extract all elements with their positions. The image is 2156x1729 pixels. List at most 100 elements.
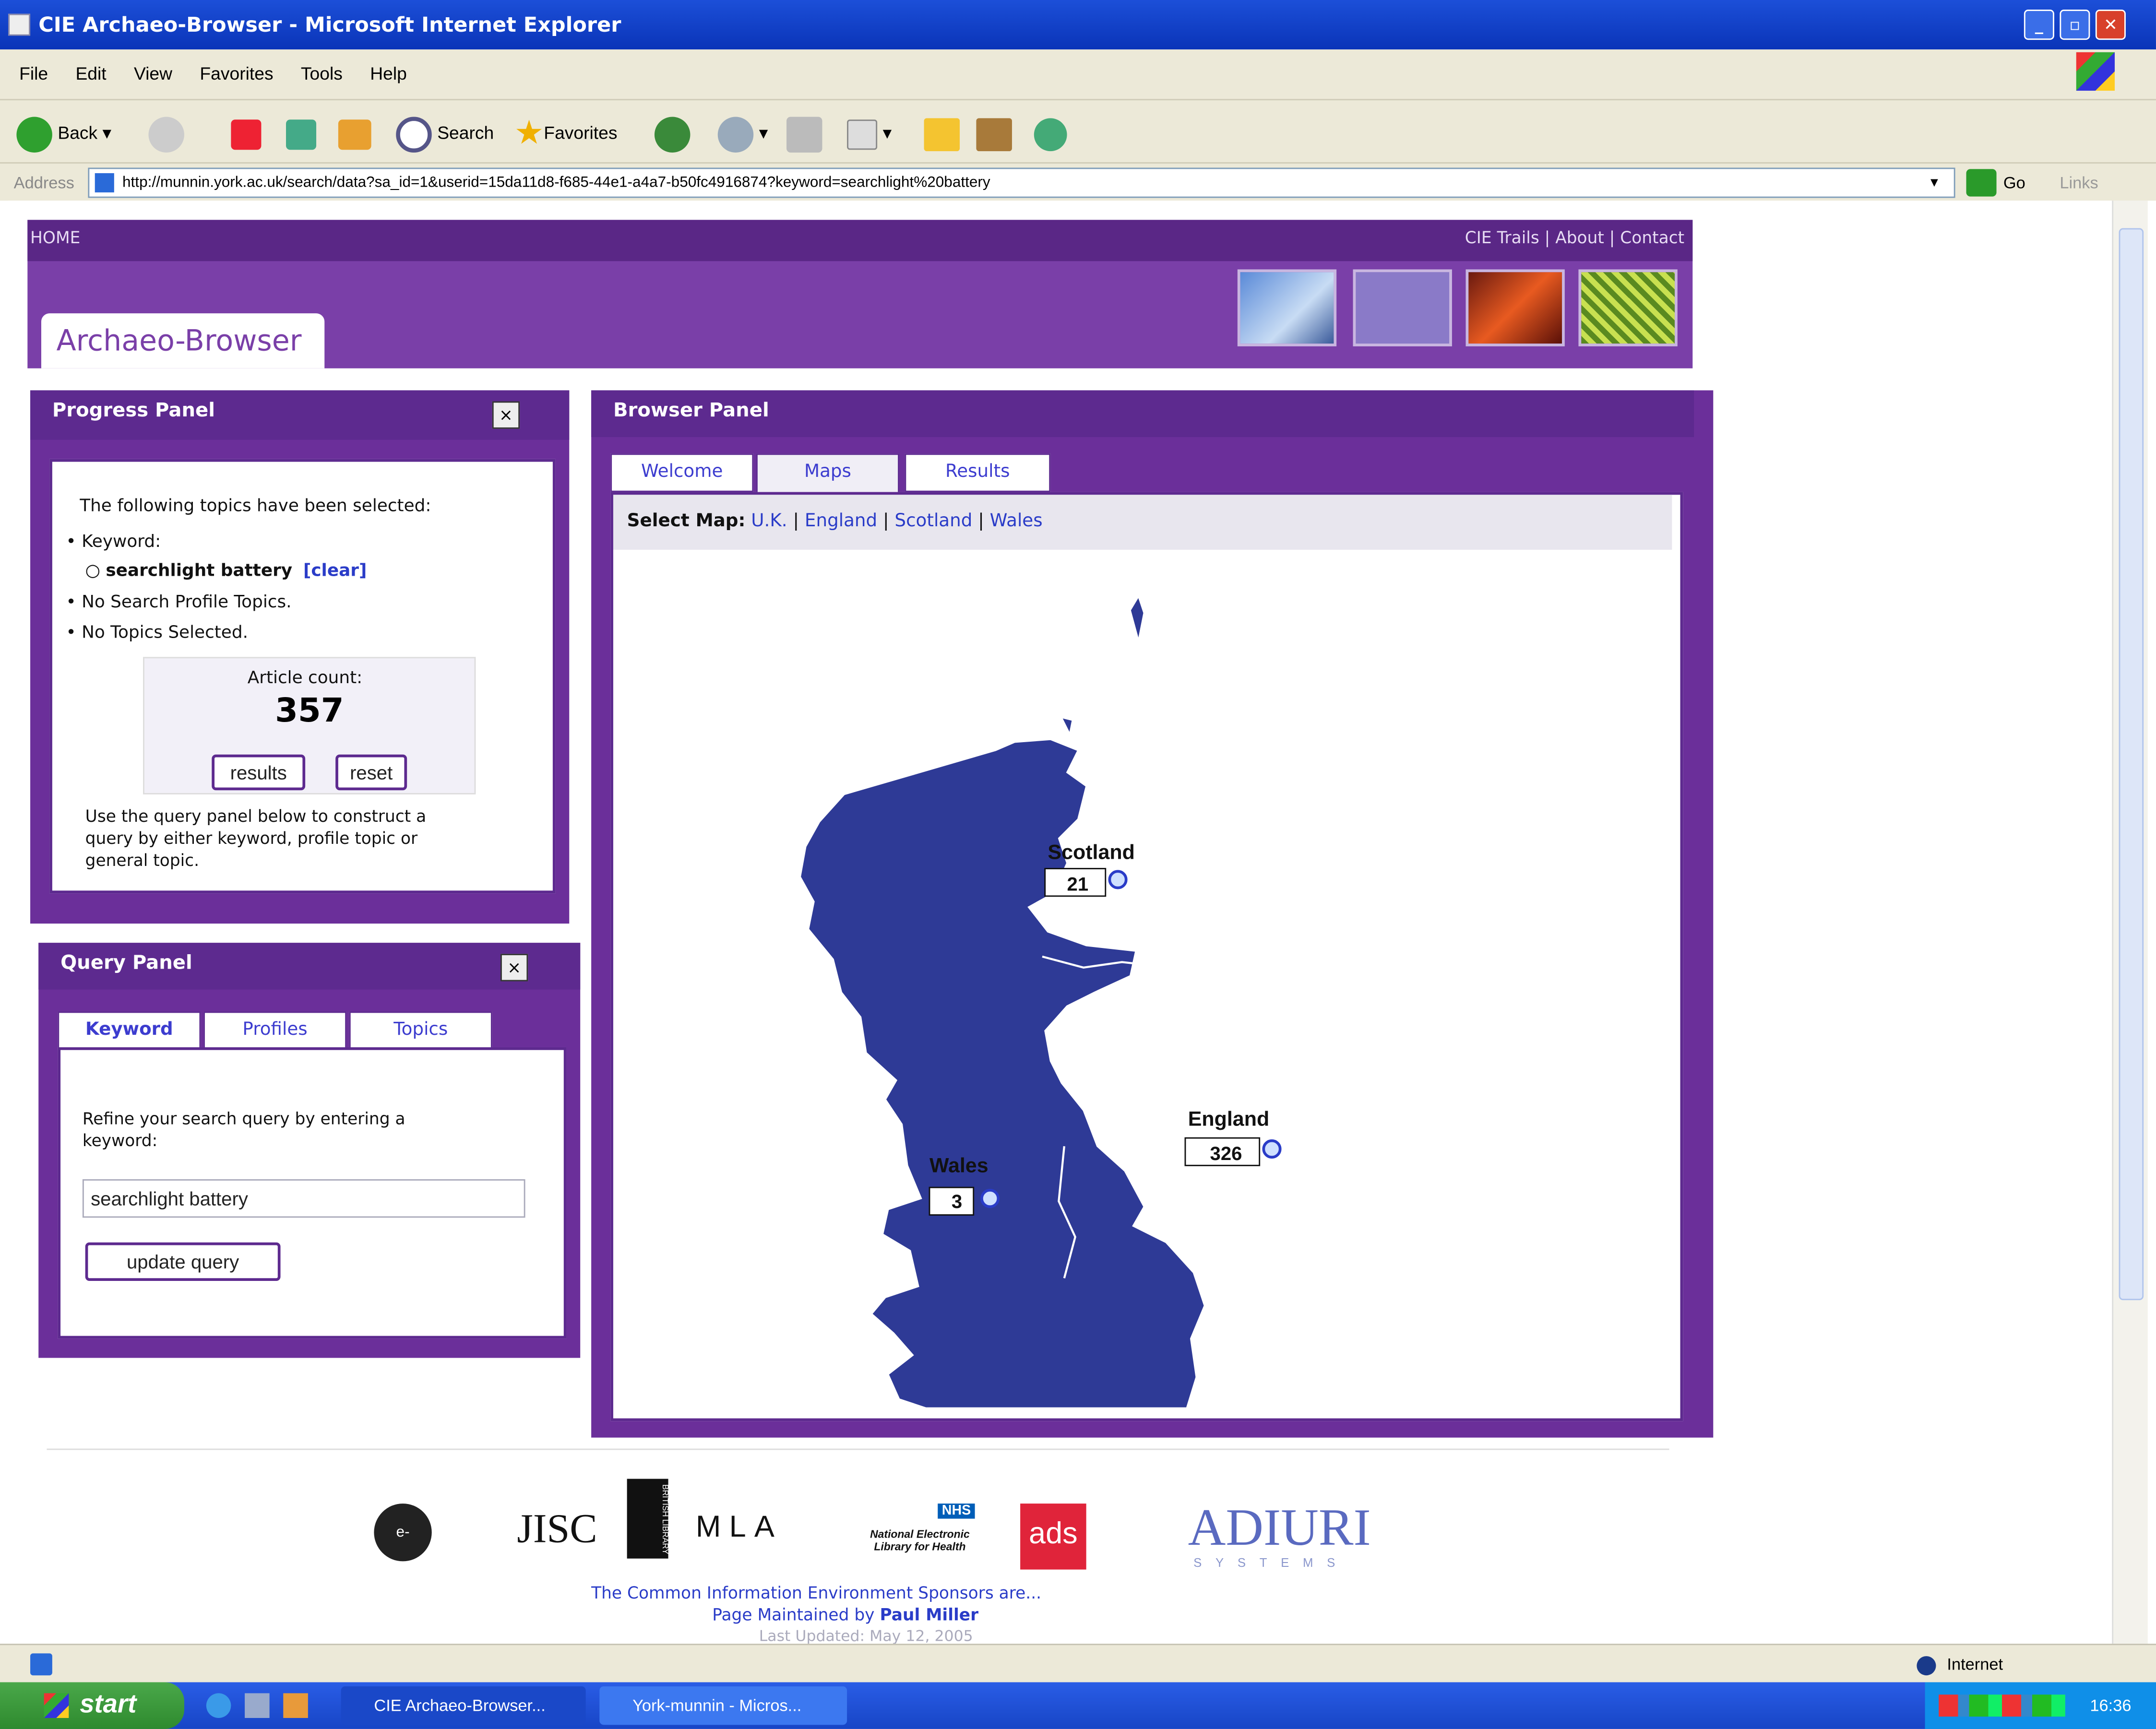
discuss-button[interactable] (924, 114, 965, 153)
query-hint-line-2: keyword: (82, 1131, 158, 1150)
map-link-england[interactable]: England (805, 511, 877, 532)
address-dropdown-icon[interactable]: ▾ (1930, 164, 1938, 202)
address-input[interactable]: http://munnin.york.ac.uk/search/data?sa_… (88, 167, 1955, 198)
select-map-label: Select Map: (627, 511, 746, 532)
task-button-york-munnin[interactable]: York-munnin - Micros... (599, 1686, 847, 1725)
nelh-logo[interactable]: National Electronic Library for Health (855, 1528, 984, 1553)
region-label-scotland[interactable]: Scotland (1048, 841, 1134, 864)
links-button[interactable]: Links (2060, 164, 2098, 202)
no-profile-text: No Search Profile Topics. (82, 591, 292, 612)
footer-divider (47, 1448, 1669, 1450)
zoom-england-icon[interactable] (1262, 1139, 1282, 1159)
maintained-prefix: Page Maintained by (712, 1605, 875, 1625)
sponsors-link[interactable]: The Common Information Environment Spons… (591, 1583, 1041, 1602)
menu-tools[interactable]: Tools (301, 49, 343, 99)
tab-keyword[interactable]: Keyword (58, 1011, 201, 1050)
menu-file[interactable]: File (19, 49, 48, 99)
messenger-button[interactable] (1034, 114, 1072, 153)
mail-icon (717, 116, 754, 152)
adiuri-logo[interactable]: ADIURI (1188, 1498, 1371, 1559)
scrollbar-thumb[interactable] (2119, 228, 2144, 1301)
region-label-wales[interactable]: Wales (929, 1154, 989, 1177)
header-photo-4 (1578, 269, 1678, 346)
favorites-button[interactable]: ★Favorites (514, 114, 618, 153)
bullet-keyword: • Keyword: (66, 530, 161, 551)
map-link-scotland[interactable]: Scotland (894, 511, 972, 532)
mla-logo[interactable]: MLA (696, 1509, 783, 1545)
tab-results[interactable]: Results (905, 453, 1051, 492)
keyword-label: Keyword: (82, 530, 161, 551)
menu-view[interactable]: View (134, 49, 172, 99)
update-query-button[interactable]: update query (85, 1242, 281, 1281)
british-library-logo[interactable]: BRITISH LIBRARY (627, 1479, 668, 1559)
menu-favorites[interactable]: Favorites (200, 49, 273, 99)
stop-button[interactable] (231, 114, 267, 153)
window-title-bar[interactable]: CIE Archaeo-Browser - Microsoft Internet… (0, 0, 2156, 50)
query-hint: Refine your search query by entering a ke… (83, 1108, 405, 1152)
go-button[interactable]: Go (2003, 164, 2025, 202)
uk-map[interactable]: Scotland 21 England 326 Wales 3 (619, 555, 1677, 1408)
help-line-2: query by either keyword, profile topic o… (85, 829, 418, 848)
search-button[interactable]: Search (396, 114, 494, 153)
region-label-england[interactable]: England (1188, 1107, 1270, 1130)
tray-icons[interactable] (1939, 1694, 2065, 1717)
zoom-scotland-icon[interactable] (1108, 870, 1128, 889)
zoom-wales-icon[interactable] (980, 1189, 1000, 1208)
menu-help[interactable]: Help (370, 49, 407, 99)
reset-button[interactable]: reset (335, 754, 407, 791)
query-panel-close-button[interactable]: × (500, 954, 528, 982)
forward-button[interactable] (148, 114, 190, 153)
tab-welcome[interactable]: Welcome (610, 453, 754, 492)
edit-button[interactable]: ▾ (847, 114, 892, 153)
site-nav-links[interactable]: CIE Trails | About | Contact (1465, 220, 1684, 255)
research-icon (976, 118, 1012, 151)
menu-bar: File Edit View Favorites Tools Help (0, 49, 2156, 99)
task-button-archaeo-browser[interactable]: CIE Archaeo-Browser... (341, 1686, 586, 1725)
address-label: Address (13, 173, 74, 193)
maintainer-link[interactable]: Paul Miller (880, 1605, 978, 1624)
close-window-button[interactable]: ✕ (2095, 10, 2126, 40)
site-nav-strip: HOME CIE Trails | About | Contact (27, 220, 1693, 261)
refresh-button[interactable] (286, 114, 322, 153)
address-bar: Address http://munnin.york.ac.uk/search/… (0, 162, 2156, 201)
back-button[interactable]: Back ▾ (16, 114, 111, 153)
map-link-wales[interactable]: Wales (990, 511, 1043, 532)
uk-landmass (799, 594, 1205, 1408)
tab-profiles[interactable]: Profiles (203, 1011, 347, 1050)
start-button[interactable]: start (0, 1682, 184, 1729)
map-link-uk[interactable]: U.K. (751, 511, 787, 532)
vertical-scrollbar[interactable] (2112, 201, 2148, 1644)
region-count-wales: 3 (952, 1191, 962, 1212)
mail-button[interactable]: ▾ (717, 114, 768, 153)
page-maintained: Page Maintained by Paul Miller (712, 1605, 978, 1624)
escience-logo[interactable]: e-Science (374, 1504, 432, 1599)
browser-toolbar: Back ▾ Search ★Favorites ▾ ▾ (0, 99, 2156, 163)
messenger-icon (1034, 118, 1067, 151)
quicklaunch-app-icon[interactable] (283, 1693, 308, 1718)
quicklaunch-desktop-icon[interactable] (245, 1693, 270, 1718)
jisc-logo[interactable]: JISC (517, 1506, 597, 1553)
results-button[interactable]: results (212, 754, 306, 791)
research-button[interactable] (976, 114, 1017, 153)
quicklaunch-ie-icon[interactable] (206, 1693, 231, 1718)
progress-panel-close-button[interactable]: × (492, 401, 520, 429)
word-icon (847, 118, 878, 150)
keyword-search-input[interactable]: searchlight battery (82, 1179, 525, 1218)
go-arrow-icon[interactable] (1966, 169, 1997, 197)
region-count-scotland: 21 (1067, 874, 1089, 895)
tab-topics[interactable]: Topics (349, 1011, 492, 1050)
progress-panel-header: Progress Panel (30, 390, 570, 440)
maximize-button[interactable]: ▫ (2060, 10, 2090, 40)
menu-edit[interactable]: Edit (75, 49, 106, 99)
home-button[interactable] (338, 114, 377, 153)
history-button[interactable] (654, 114, 696, 153)
home-link[interactable]: HOME (30, 220, 80, 255)
minimize-button[interactable]: _ (2024, 10, 2054, 40)
nhs-logo[interactable]: NHS (938, 1504, 975, 1519)
ads-logo[interactable]: ads (1020, 1504, 1086, 1570)
windows-flag-icon (44, 1693, 69, 1718)
print-button[interactable] (786, 114, 828, 153)
tab-maps[interactable]: Maps (756, 453, 899, 492)
printer-icon (786, 116, 822, 152)
clear-keyword-link[interactable]: [clear] (303, 559, 367, 580)
